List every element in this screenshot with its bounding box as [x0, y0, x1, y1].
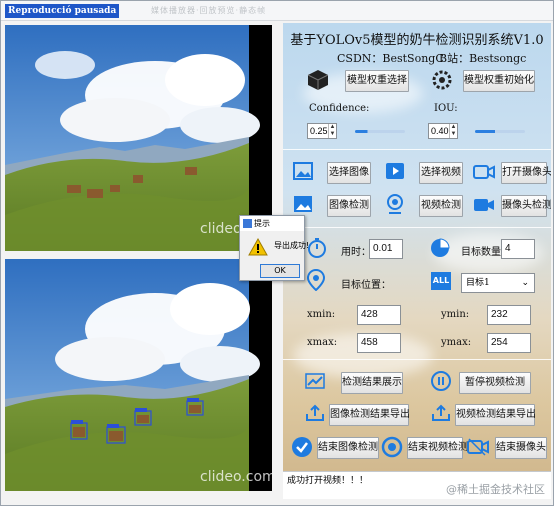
cube-icon: [307, 70, 329, 90]
video-detect-button[interactable]: 视频检测: [419, 195, 463, 217]
end-video-button[interactable]: 结束视频检测: [407, 437, 468, 459]
show-results-button[interactable]: 检测结果展示: [341, 372, 403, 394]
dialog-title-bar: 提示: [240, 216, 304, 231]
export-image-button[interactable]: 图像检测结果导出: [329, 404, 410, 426]
gear-icon: [432, 70, 452, 90]
detected-video-frame: clideo.com: [5, 259, 272, 491]
select-weights-button[interactable]: 模型权重选择: [345, 70, 409, 92]
ymax-field[interactable]: 254: [487, 333, 531, 353]
xmin-field[interactable]: 428: [357, 305, 401, 325]
camera-off-icon: [467, 438, 489, 456]
bottom-video-watermark: clideo.com: [200, 469, 272, 485]
all-icon: ALL: [431, 272, 451, 290]
ymin-field[interactable]: 232: [487, 305, 531, 325]
upload-icon: [432, 404, 450, 421]
title-bar: Reproducció pausada 媒体播放器·回放预览·静态帧: [1, 1, 553, 21]
timer-icon: [308, 238, 326, 258]
export-video-button[interactable]: 视频检测结果导出: [455, 404, 536, 426]
select-image-button[interactable]: 选择图像: [327, 162, 371, 184]
upload-icon: [306, 404, 324, 421]
end-image-button[interactable]: 结束图像检测: [317, 437, 379, 459]
message-dialog: 提示 导出成功! OK: [239, 215, 309, 281]
select-video-button[interactable]: 选择视频: [419, 162, 463, 184]
open-camera-button[interactable]: 打开摄像头: [501, 162, 551, 184]
pie-chart-icon: [431, 238, 450, 257]
xmin-label: xmin:: [307, 309, 336, 320]
dialog-title: 提示: [254, 219, 270, 228]
spin-arrows-icon[interactable]: ▲ ▼: [328, 124, 336, 138]
location-icon: [307, 269, 325, 291]
app-window: Reproducció pausada 媒体播放器·回放预览·静态帧 clide…: [0, 0, 554, 506]
stop-icon: [381, 436, 403, 458]
end-camera-button[interactable]: 结束摄像头: [495, 437, 547, 459]
status-bar: 成功打开视频！！！ @稀土掘金技术社区: [283, 471, 551, 499]
window-title-ghost: 媒体播放器·回放预览·静态帧: [151, 6, 267, 15]
status-text: 成功打开视频！！！: [287, 476, 369, 486]
bilibili-label: B站：Bestsongc: [439, 52, 527, 65]
ymin-label: ymin:: [441, 309, 470, 320]
webcam-icon: [387, 194, 403, 214]
confidence-value: 0.25: [310, 126, 328, 136]
divider: [283, 227, 551, 228]
camera-detect-icon: [474, 199, 494, 211]
dialog-message: 导出成功!: [274, 241, 310, 250]
image-icon: [293, 162, 313, 180]
chevron-down-icon: ⌄: [521, 278, 529, 288]
line-chart-icon: [305, 373, 325, 389]
detected-video-panel: clideo.com: [5, 259, 272, 491]
check-circle-icon: [292, 437, 312, 457]
original-video-frame: clideo.com: [5, 25, 272, 251]
app-icon: [243, 219, 252, 228]
warning-icon: [248, 238, 268, 256]
divider: [283, 149, 551, 150]
target-select[interactable]: 目标1 ⌄: [461, 273, 535, 293]
camera-icon: [473, 165, 495, 179]
image-detect-button[interactable]: 图像检测: [327, 195, 371, 217]
image-detect-icon: [294, 196, 312, 212]
spin-arrows-icon[interactable]: ▲ ▼: [449, 124, 457, 138]
iou-label: IOU:: [434, 103, 458, 114]
video-file-icon: [386, 163, 404, 179]
confidence-label: Confidence:: [309, 103, 370, 114]
init-weights-button[interactable]: 模型权重初始化: [463, 70, 535, 92]
xmax-label: xmax:: [307, 337, 338, 348]
confidence-slider[interactable]: [355, 130, 405, 133]
site-watermark: @稀土掘金技术社区: [446, 483, 545, 496]
camera-detect-button[interactable]: 摄像头检测: [501, 195, 551, 217]
time-label: 用时：: [341, 247, 371, 258]
iou-spinbox[interactable]: 0.40 ▲ ▼: [428, 123, 458, 139]
ymax-label: ymax:: [441, 337, 472, 348]
ok-button[interactable]: OK: [260, 264, 300, 278]
iou-slider[interactable]: [475, 130, 525, 133]
control-panel: 基于YOLOv5模型的奶牛检测识别系统V1.0 CSDN：BestSongC B…: [283, 23, 551, 499]
confidence-spinbox[interactable]: 0.25 ▲ ▼: [307, 123, 337, 139]
divider: [283, 359, 551, 360]
iou-value: 0.40: [431, 126, 449, 136]
original-video-panel: clideo.com: [5, 25, 272, 251]
xmax-field[interactable]: 458: [357, 333, 401, 353]
count-field[interactable]: 4: [501, 239, 535, 259]
system-title: 基于YOLOv5模型的奶牛检测识别系统V1.0: [290, 33, 544, 48]
target-select-value: 目标1: [466, 278, 490, 288]
position-label: 目标位置：: [341, 280, 391, 291]
pause-icon: [431, 371, 451, 391]
pause-video-button[interactable]: 暂停视频检测: [459, 372, 531, 394]
time-field[interactable]: 0.01: [369, 239, 403, 259]
window-title: Reproducció pausada: [5, 4, 120, 18]
csdn-label: CSDN：BestSongC: [337, 52, 444, 65]
